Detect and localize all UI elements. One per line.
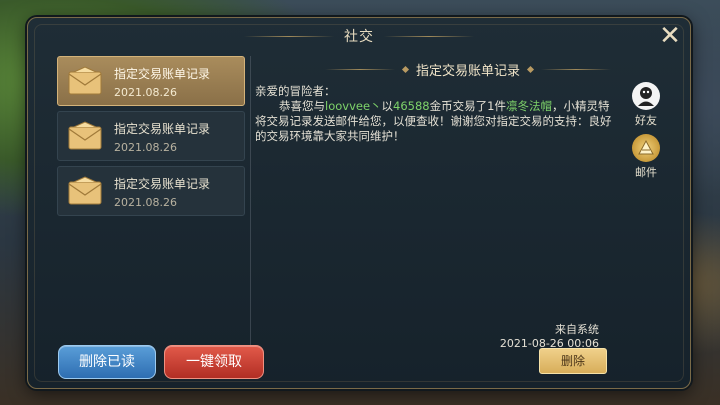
tab-friends-label: 好友: [635, 114, 657, 127]
title-ornament-right: [384, 35, 474, 37]
mail-body: 亲爱的冒险者： 恭喜您与loovvee丶以46588金币交易了1件凛冬法帽，小精…: [255, 84, 615, 144]
delete-read-button[interactable]: 删除已读: [58, 345, 156, 379]
mail-list-item[interactable]: 指定交易账单记录 2021.08.26: [57, 166, 245, 216]
diamond-icon: [526, 65, 535, 73]
mail-text: 件: [494, 99, 506, 113]
divider: [250, 56, 251, 356]
item-name: 凛冬法帽: [505, 99, 552, 113]
mail-list: 指定交易账单记录 2021.08.26 指定交易账单记录 2021.08.26 …: [57, 56, 245, 341]
delete-button[interactable]: 删除: [539, 348, 607, 374]
social-panel: 社交 ✕ 指定交易账单记录 2021.08.26 指定交易账单记录 2021.0…: [27, 17, 691, 389]
friends-icon: [632, 82, 660, 110]
mail-item-title: 指定交易账单记录: [114, 122, 211, 136]
buyer-name: loovvee丶: [325, 99, 382, 113]
envelope-icon: [68, 176, 102, 205]
mail-icon: [632, 134, 660, 162]
title-ornament-left: [244, 35, 334, 37]
mail-message: 恭喜您与loovvee丶以46588金币交易了1件凛冬法帽，小精灵特将交易记录发…: [255, 99, 615, 144]
mail-sender: 来自系统: [555, 323, 599, 336]
mail-item-date: 2021.08.26: [114, 141, 177, 154]
mail-list-item[interactable]: 指定交易账单记录 2021.08.26: [57, 111, 245, 161]
mail-header: 指定交易账单记录: [254, 58, 682, 80]
gold-amount: 46588: [393, 99, 430, 113]
diamond-icon: [401, 65, 410, 73]
tab-friends[interactable]: 好友: [629, 82, 663, 134]
mail-greeting: 亲爱的冒险者：: [255, 84, 336, 98]
title-bar: 社交: [28, 18, 690, 54]
mail-list-item[interactable]: 指定交易账单记录 2021.08.26: [57, 56, 245, 106]
mail-item-title: 指定交易账单记录: [114, 177, 211, 191]
mail-text: 以: [381, 99, 394, 113]
tab-mail-label: 邮件: [635, 166, 657, 179]
header-ornament-right: [541, 68, 611, 70]
mail-item-title: 指定交易账单记录: [114, 67, 211, 81]
mail-text: 金币交易了: [429, 99, 488, 113]
mail-text: 恭喜您与: [279, 99, 325, 113]
close-button[interactable]: ✕: [656, 22, 684, 50]
tab-mail[interactable]: 邮件: [629, 134, 663, 186]
envelope-icon: [68, 121, 102, 150]
claim-all-button[interactable]: 一键领取: [164, 345, 264, 379]
header-ornament-left: [324, 68, 395, 70]
close-icon: ✕: [659, 21, 681, 51]
panel-title: 社交: [344, 29, 374, 45]
mail-item-date: 2021.08.26: [114, 196, 177, 209]
mail-item-date: 2021.08.26: [114, 86, 177, 99]
envelope-icon: [68, 66, 102, 95]
mail-title: 指定交易账单记录: [415, 63, 520, 79]
